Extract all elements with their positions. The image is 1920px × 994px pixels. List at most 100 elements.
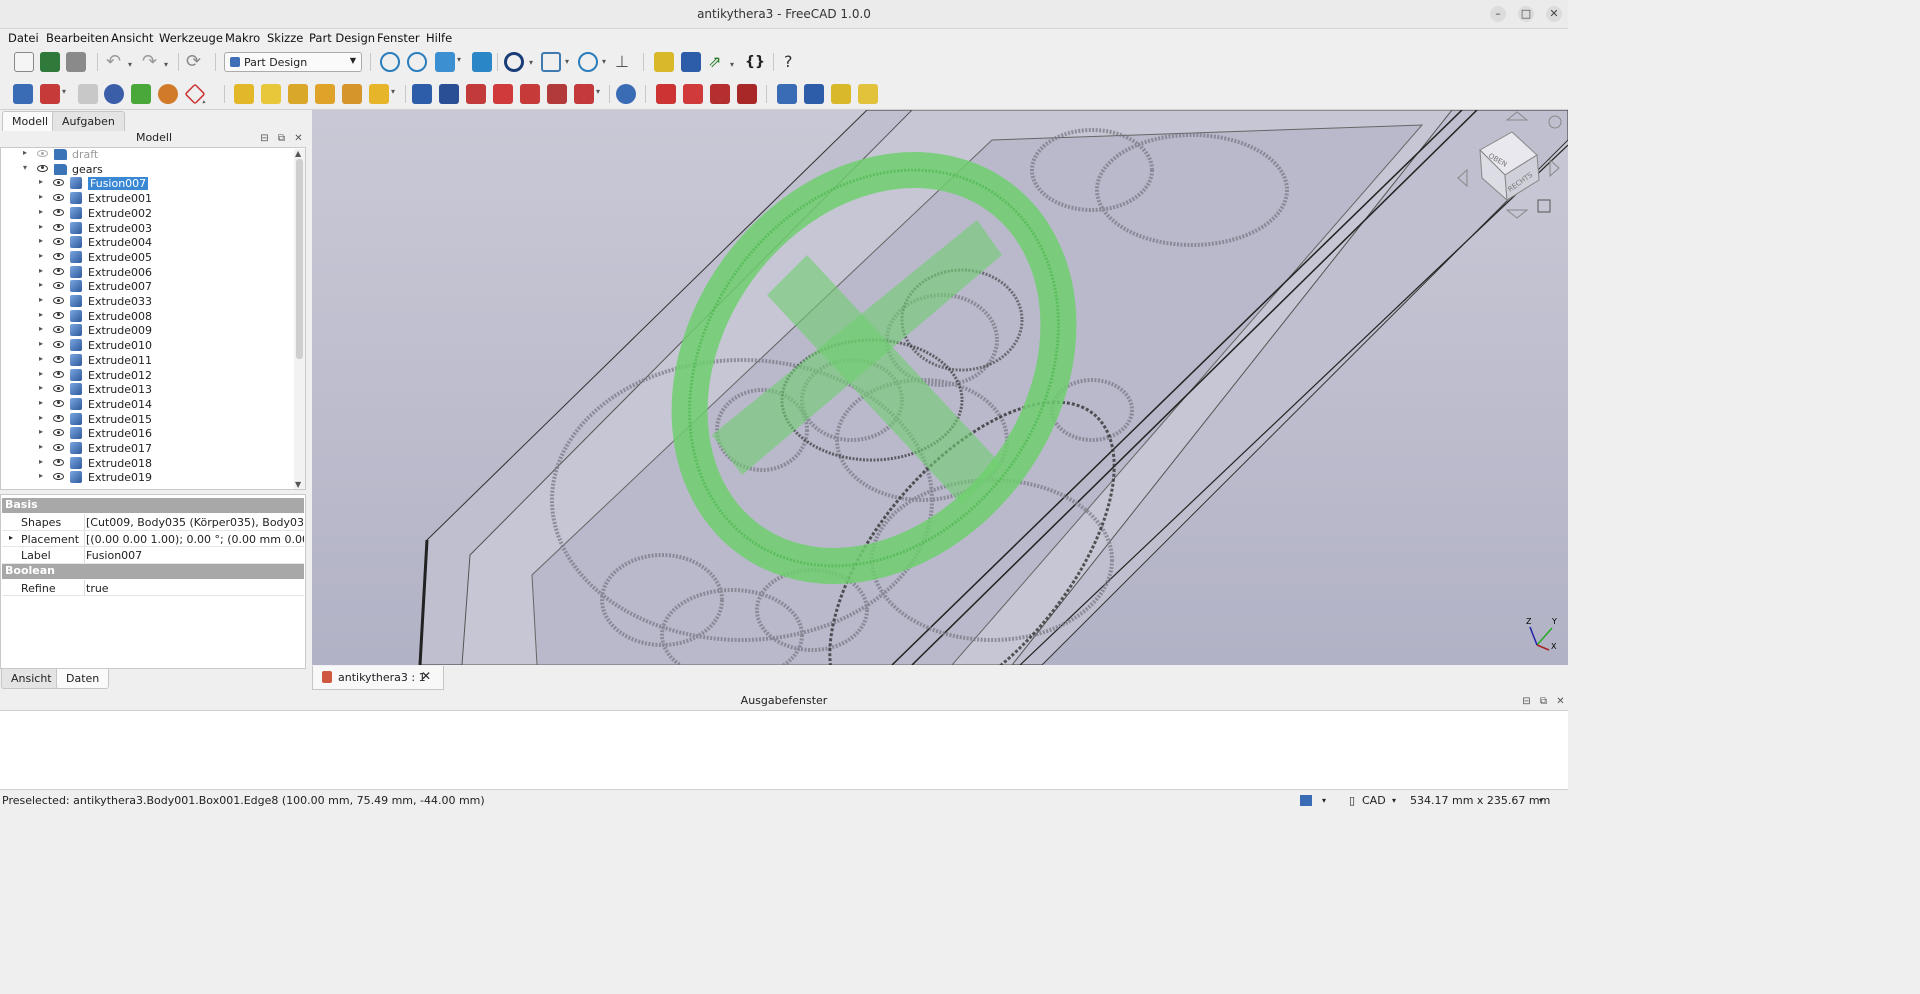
mirrored-icon[interactable] [656, 84, 676, 104]
polar-pattern-icon[interactable] [710, 84, 730, 104]
draw-style-icon[interactable] [504, 52, 533, 72]
property-row-refine[interactable]: Refine true [2, 579, 304, 596]
tree-item[interactable]: ▸ Extrude009 [1, 324, 293, 339]
close-output-icon[interactable]: ✕ [1555, 696, 1566, 707]
eye-icon[interactable] [53, 297, 64, 304]
subshape-binder-icon[interactable] [131, 84, 151, 104]
chevron-right-icon[interactable]: ▸ [39, 236, 47, 245]
subtractive-loft-icon[interactable] [493, 84, 513, 104]
property-value[interactable]: true [86, 582, 304, 595]
tree-item[interactable]: ▸ Extrude008 [1, 309, 293, 325]
chevron-right-icon[interactable]: ▸ [39, 398, 47, 407]
create-body-icon[interactable] [13, 84, 33, 104]
chevron-right-icon[interactable]: ▸ [39, 222, 47, 231]
part-icon[interactable] [654, 52, 674, 72]
redo-icon[interactable]: ↷ [142, 52, 168, 76]
fit-all-icon[interactable] [380, 52, 400, 72]
chevron-right-icon[interactable]: ▸ [39, 324, 47, 333]
expand-arrow-icon[interactable]: ▸ [9, 533, 13, 542]
workbench-selector[interactable]: Part Design ▼ [224, 52, 362, 72]
shape-binder-icon[interactable] [104, 84, 124, 104]
sweep-icon[interactable] [315, 84, 335, 104]
menu-ansicht[interactable]: Ansicht [111, 31, 153, 45]
view-cube-icon[interactable] [435, 52, 461, 72]
chevron-right-icon[interactable]: ▸ [39, 442, 47, 451]
fillet-icon[interactable] [777, 84, 797, 104]
revolution-icon[interactable] [261, 84, 281, 104]
property-value[interactable]: [Cut009, Body035 (Körper035), Body036 ..… [86, 516, 304, 529]
eye-icon[interactable] [53, 341, 64, 349]
chevron-right-icon[interactable]: ▸ [39, 369, 47, 378]
close-window-button[interactable]: ✕ [1546, 6, 1562, 22]
eye-icon[interactable] [53, 282, 64, 290]
document-tab[interactable]: antikythera3 : 1 ✕ [312, 666, 444, 690]
link-icon[interactable]: ⇗ [708, 52, 734, 75]
subtractive-helix-icon[interactable] [547, 84, 567, 104]
eye-icon[interactable] [53, 267, 64, 275]
create-sketch-icon[interactable] [40, 84, 66, 104]
eye-icon[interactable] [53, 223, 64, 231]
tree-item[interactable]: ▸ Extrude015 [1, 412, 293, 428]
eye-icon[interactable] [53, 355, 64, 363]
eye-icon[interactable] [53, 444, 64, 451]
menu-skizze[interactable]: Skizze [267, 31, 303, 45]
groove-icon[interactable] [466, 84, 486, 104]
linear-pattern-icon[interactable] [683, 84, 703, 104]
tree-item[interactable]: ▸ Extrude004 [1, 236, 293, 251]
menu-hilfe[interactable]: Hilfe [426, 31, 452, 45]
chevron-right-icon[interactable]: ▸ [39, 280, 47, 289]
tree-item[interactable]: ▸ Extrude007 [1, 280, 293, 295]
tree-scrollbar[interactable]: ▲ ▼ [294, 149, 305, 489]
bounding-box-icon[interactable] [541, 52, 569, 72]
eye-icon[interactable] [53, 385, 64, 393]
float-panel-icon[interactable]: ⧉ [276, 133, 287, 144]
tree-item[interactable]: ▸ Extrude003 [1, 221, 293, 237]
menu-fenster[interactable]: Fenster [377, 31, 420, 45]
new-file-icon[interactable] [14, 52, 34, 72]
chevron-down-icon[interactable]: ▾ [1392, 796, 1396, 805]
tree-item[interactable]: ▸ Extrude033 [1, 295, 293, 310]
chevron-right-icon[interactable]: ▸ [39, 310, 47, 319]
output-window[interactable] [0, 710, 1568, 790]
eye-icon[interactable] [53, 370, 64, 378]
eye-icon[interactable] [53, 238, 64, 246]
tree-item[interactable]: ▸ Extrude018 [1, 456, 293, 472]
boolean-icon[interactable] [616, 84, 636, 104]
scroll-down-icon[interactable]: ▼ [295, 480, 301, 489]
chevron-down-icon[interactable]: ▾ [1322, 796, 1326, 805]
chevron-right-icon[interactable]: ▸ [39, 413, 47, 422]
hole-icon[interactable] [439, 84, 459, 104]
tab-data[interactable]: Daten [56, 669, 110, 689]
chevron-down-icon[interactable]: ▾ [23, 163, 31, 172]
collapse-output-icon[interactable]: ⊟ [1521, 696, 1532, 707]
menu-datei[interactable]: Datei [8, 31, 39, 45]
tree-item[interactable]: ▸ Fusion007 [1, 177, 293, 192]
menu-bearbeiten[interactable]: Bearbeiten [46, 31, 109, 45]
helix-icon[interactable] [342, 84, 362, 104]
chevron-right-icon[interactable]: ▸ [39, 295, 47, 304]
chevron-right-icon[interactable]: ▸ [39, 471, 47, 480]
tab-model[interactable]: Modell [2, 111, 59, 131]
tree-item[interactable]: ▾ gears [1, 163, 293, 178]
chevron-right-icon[interactable]: ▸ [39, 177, 47, 186]
chevron-right-icon[interactable]: ▸ [39, 354, 47, 363]
eye-icon[interactable] [53, 179, 64, 187]
tab-view[interactable]: Ansicht [1, 669, 62, 689]
eye-icon[interactable] [53, 414, 64, 422]
property-row-placement[interactable]: ▸ Placement [(0.00 0.00 1.00); 0.00 °; (… [2, 530, 304, 547]
chevron-right-icon[interactable]: ▸ [39, 207, 47, 216]
validate-sketch-icon[interactable] [78, 84, 98, 104]
chevron-right-icon[interactable]: ▸ [39, 251, 47, 260]
maximize-button[interactable]: □ [1518, 6, 1534, 22]
chevron-down-icon[interactable]: ▾ [1539, 796, 1543, 805]
measure-icon[interactable]: ⊥ [615, 52, 635, 72]
tab-tasks[interactable]: Aufgaben [52, 111, 125, 131]
eye-icon[interactable] [53, 429, 64, 437]
chevron-right-icon[interactable]: ▸ [39, 383, 47, 392]
pocket-icon[interactable] [412, 84, 432, 104]
tree-item[interactable]: ▸ Extrude017 [1, 442, 293, 457]
open-file-icon[interactable] [40, 52, 60, 72]
eye-icon[interactable] [53, 399, 64, 407]
chevron-right-icon[interactable]: ▸ [39, 192, 47, 201]
pad-icon[interactable] [234, 84, 254, 104]
